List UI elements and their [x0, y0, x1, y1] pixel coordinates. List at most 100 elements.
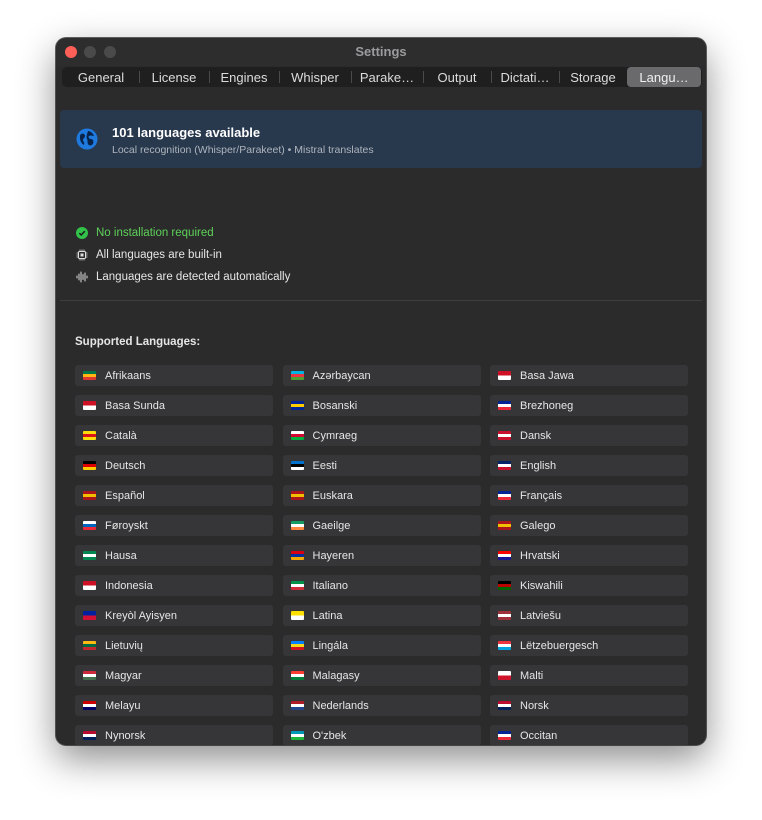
- title-bar: Settings: [56, 38, 706, 66]
- flag-icon: [83, 701, 96, 710]
- languages-grid: Afrikaans Azərbaycan Basa Jawa Basa Sunda Bo…: [75, 365, 688, 745]
- flag-icon: [290, 581, 304, 590]
- language-item: Kreyòl Ayisyen: [75, 605, 273, 626]
- language-item: Hrvatski: [490, 545, 688, 566]
- language-item: Azərbaycan: [282, 365, 481, 386]
- flag-icon: [290, 671, 304, 680]
- flag-icon: [83, 611, 96, 620]
- language-name: O'zbek: [312, 729, 347, 742]
- language-name: Lingála: [312, 639, 348, 652]
- language-name: Italiano: [312, 579, 348, 592]
- flag-icon: [83, 521, 96, 530]
- language-name: Magyar: [105, 669, 142, 682]
- language-item: Dansk: [490, 425, 688, 446]
- language-item: Català: [75, 425, 273, 446]
- language-item: Basa Jawa: [490, 365, 688, 386]
- waveform-icon: [75, 271, 88, 284]
- flag-icon: [498, 581, 511, 590]
- flag-icon: [498, 401, 511, 410]
- language-name: Latviešu: [520, 609, 561, 622]
- flag-icon: [290, 431, 304, 440]
- language-name: Føroyskt: [105, 519, 148, 532]
- flag-icon: [498, 371, 511, 380]
- language-item: Bosanski: [282, 395, 481, 416]
- language-name: Brezhoneg: [520, 399, 574, 412]
- language-item: English: [490, 455, 688, 476]
- language-name: Afrikaans: [105, 369, 151, 382]
- settings-window: Settings General License Engines Whisper Par…: [56, 38, 706, 745]
- language-item: Føroyskt: [75, 515, 273, 536]
- language-name: Malti: [520, 669, 544, 682]
- recognition-subtitle: Local recognition (Whisper/Parakeet) • M…: [112, 144, 374, 156]
- language-item: Galego: [490, 515, 688, 536]
- flag-icon: [290, 731, 304, 740]
- language-item: Latviešu: [490, 605, 688, 626]
- language-item: Occitan: [490, 725, 688, 745]
- language-item: Brezhoneg: [490, 395, 688, 416]
- language-item: Malti: [490, 665, 688, 686]
- language-name: Cymraeg: [312, 429, 358, 442]
- language-item: Lëtzebuergesch: [490, 635, 688, 656]
- flag-icon: [83, 731, 96, 740]
- language-name: Hausa: [105, 549, 137, 562]
- tab-general[interactable]: General: [63, 67, 139, 87]
- feature-label: No installation required: [96, 227, 214, 239]
- language-item: Gaeilge: [282, 515, 481, 536]
- flag-icon: [83, 551, 96, 560]
- language-name: English: [520, 459, 557, 472]
- language-item: Nynorsk: [75, 725, 273, 745]
- window-title: Settings: [355, 44, 407, 59]
- language-item: Cymraeg: [282, 425, 481, 446]
- language-name: Kiswahili: [520, 579, 563, 592]
- flag-icon: [498, 551, 511, 560]
- language-name: Kreyòl Ayisyen: [105, 609, 177, 622]
- tab-whisper[interactable]: Whisper: [279, 67, 351, 87]
- flag-icon: [83, 461, 96, 470]
- settings-tab-bar: General License Engines Whisper Parake… Outpu…: [62, 67, 702, 87]
- languages-count-title: 101 languages available: [112, 125, 261, 140]
- language-item: Français: [490, 485, 688, 506]
- flag-icon: [290, 371, 304, 380]
- language-name: Nederlands: [312, 699, 369, 712]
- flag-icon: [290, 461, 304, 470]
- language-item: Basa Sunda: [75, 395, 273, 416]
- tab-output[interactable]: Output: [423, 67, 491, 87]
- language-item: Español: [75, 485, 273, 506]
- flag-icon: [290, 491, 304, 500]
- language-item: Eesti: [282, 455, 481, 476]
- cpu-chip-icon: [75, 249, 88, 262]
- flag-icon: [83, 491, 96, 500]
- flag-icon: [83, 671, 96, 680]
- language-item: Kiswahili: [490, 575, 688, 596]
- flag-icon: [290, 521, 304, 530]
- flag-icon: [83, 581, 96, 590]
- tab-dictati[interactable]: Dictati…: [491, 67, 559, 87]
- language-name: Español: [105, 489, 145, 502]
- tab-license[interactable]: License: [139, 67, 209, 87]
- language-item: O'zbek: [282, 725, 481, 745]
- language-name: Bosanski: [312, 399, 358, 412]
- language-name: Lietuvių: [105, 639, 143, 652]
- feature-no-installation: No installation required: [75, 225, 214, 241]
- language-name: Eesti: [312, 459, 337, 472]
- flag-icon: [498, 611, 511, 620]
- flag-icon: [498, 701, 511, 710]
- flag-icon: [83, 641, 96, 650]
- language-item: Norsk: [490, 695, 688, 716]
- language-item: Melayu: [75, 695, 273, 716]
- language-item: Magyar: [75, 665, 273, 686]
- language-name: Français: [520, 489, 563, 502]
- language-item: Euskara: [282, 485, 481, 506]
- supported-languages-heading: Supported Languages:: [75, 336, 201, 348]
- languages-summary-banner: 101 languages available Local recognitio…: [60, 110, 702, 168]
- language-name: Basa Sunda: [105, 399, 165, 412]
- tab-parake[interactable]: Parake…: [351, 67, 423, 87]
- tab-engines[interactable]: Engines: [209, 67, 279, 87]
- globe-icon: [76, 128, 98, 150]
- tab-storage[interactable]: Storage: [559, 67, 627, 87]
- language-item: Hayeren: [282, 545, 481, 566]
- language-name: Gaeilge: [312, 519, 351, 532]
- flag-icon: [290, 401, 304, 410]
- language-name: Català: [105, 429, 137, 442]
- tab-langu[interactable]: Langu…: [627, 67, 701, 87]
